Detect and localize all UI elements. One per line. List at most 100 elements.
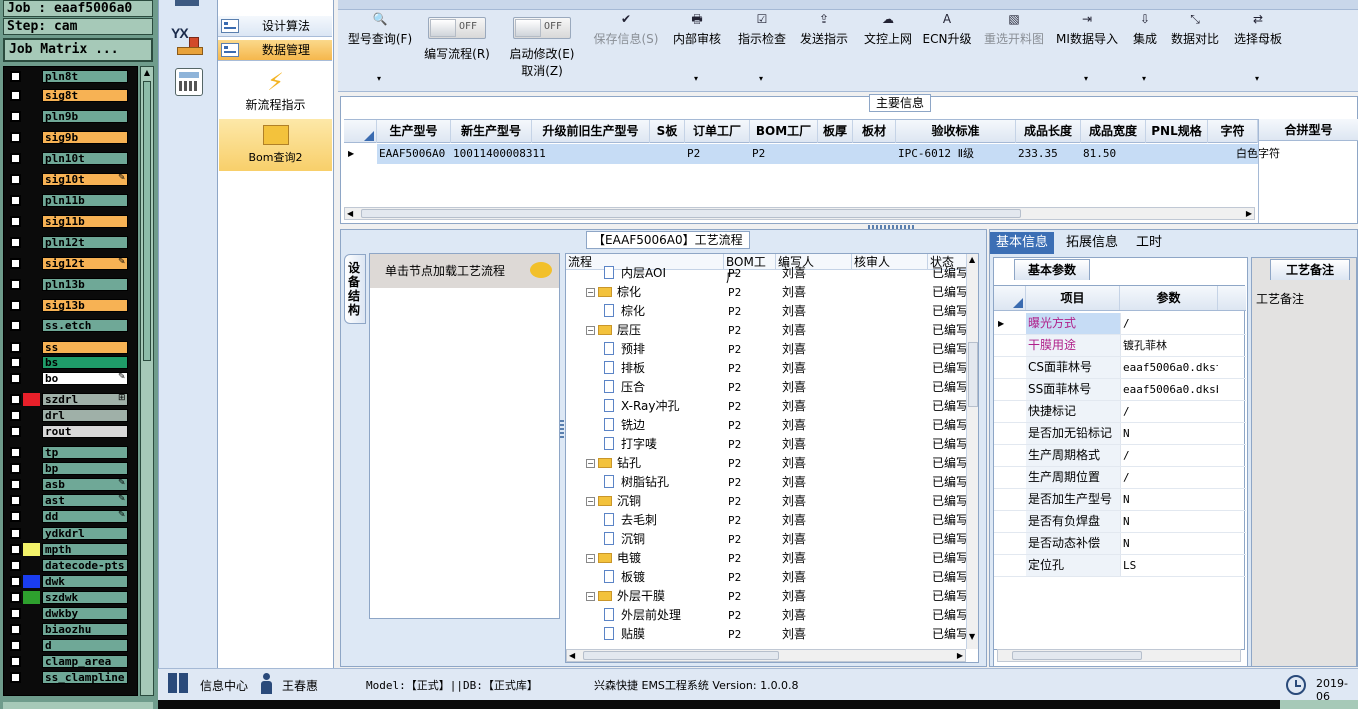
param-row[interactable]: 是否加无铅标记 N bbox=[994, 423, 1246, 445]
layer-name[interactable]: pln11b bbox=[42, 194, 128, 207]
tree-row[interactable]: 打字唛 P2 刘喜 已编写 bbox=[566, 435, 966, 454]
collapse-icon[interactable]: − bbox=[586, 554, 595, 563]
tree-node-label[interactable]: 贴膜 bbox=[621, 627, 645, 641]
layer-checkbox[interactable] bbox=[10, 544, 21, 555]
grid-hscroll[interactable]: ◀ ▶ bbox=[344, 207, 1255, 220]
collapse-icon[interactable]: − bbox=[586, 326, 595, 335]
tree-node-label[interactable]: 内层AOI bbox=[621, 266, 666, 280]
tree-row[interactable]: 树脂钻孔 P2 刘喜 已编写 bbox=[566, 473, 966, 492]
layer-color-swatch[interactable] bbox=[23, 278, 40, 291]
layer-name[interactable]: ydkdrl bbox=[42, 527, 128, 540]
toolbar-button[interactable]: ▧ 重选开料图 bbox=[974, 12, 1054, 47]
layer-name[interactable]: bp bbox=[42, 462, 128, 475]
tab-basic-info[interactable]: 基本信息 bbox=[990, 232, 1055, 254]
tree-row[interactable]: 外层前处理 P2 刘喜 已编写 bbox=[566, 606, 966, 625]
chevron-down-icon[interactable]: ▾ bbox=[1142, 74, 1146, 83]
layer-row[interactable]: sig12t ✎ bbox=[6, 257, 128, 270]
layer-checkbox[interactable] bbox=[10, 132, 21, 143]
layer-row[interactable]: biaozhu bbox=[6, 623, 128, 636]
tree-node-label[interactable]: 铣边 bbox=[621, 418, 645, 432]
layer-color-swatch[interactable] bbox=[23, 257, 40, 270]
tree-node-label[interactable]: 打字唛 bbox=[621, 437, 657, 451]
param-value[interactable]: N bbox=[1120, 489, 1218, 510]
layer-checkbox[interactable] bbox=[10, 640, 21, 651]
layer-row[interactable]: ss.etch bbox=[6, 319, 128, 332]
layer-name[interactable]: sig9b bbox=[42, 131, 128, 144]
layer-name[interactable]: ss.etch bbox=[42, 319, 128, 332]
grid-column-header[interactable]: 升级前旧生产型号 bbox=[532, 120, 650, 143]
layer-row[interactable]: asb ✎ bbox=[6, 478, 128, 491]
layer-name[interactable]: pln13b bbox=[42, 278, 128, 291]
layer-checkbox[interactable] bbox=[10, 656, 21, 667]
param-row[interactable]: 是否动态补偿 N bbox=[994, 533, 1246, 555]
grid-cell[interactable] bbox=[820, 144, 853, 164]
layer-checkbox[interactable] bbox=[10, 447, 21, 458]
tree-node-label[interactable]: 预排 bbox=[621, 342, 645, 356]
tree-row[interactable]: − 棕化 P2 刘喜 已编写 bbox=[566, 283, 966, 302]
layer-checkbox[interactable] bbox=[10, 624, 21, 635]
layer-row[interactable]: pln11b bbox=[6, 194, 128, 207]
param-row[interactable]: CS面菲林号 eaaf5006a0.dkst bbox=[994, 357, 1246, 379]
grid-cell[interactable]: 10011400008311 bbox=[453, 144, 546, 164]
tree-row[interactable]: 铣边 P2 刘喜 已编写 bbox=[566, 416, 966, 435]
layer-checkbox[interactable] bbox=[10, 426, 21, 437]
layer-row[interactable]: datecode-pts bbox=[6, 559, 128, 572]
tree-row[interactable]: − 外层干膜 P2 刘喜 已编写 bbox=[566, 587, 966, 606]
param-row[interactable]: 快捷标记 / bbox=[994, 401, 1246, 423]
layer-color-swatch[interactable] bbox=[23, 623, 40, 636]
layer-name[interactable]: szdrl bbox=[42, 393, 128, 406]
layer-color-swatch[interactable] bbox=[23, 478, 40, 491]
param-value[interactable]: / bbox=[1120, 445, 1218, 466]
tab-basic-params[interactable]: 基本参数 bbox=[1014, 259, 1090, 280]
scroll-left-icon[interactable]: ◀ bbox=[347, 208, 353, 219]
layer-checkbox[interactable] bbox=[10, 216, 21, 227]
grid-column-header[interactable]: 成品长度 bbox=[1016, 120, 1081, 143]
layer-color-swatch[interactable] bbox=[23, 409, 40, 422]
layer-checkbox[interactable] bbox=[10, 560, 21, 571]
layer-checkbox[interactable] bbox=[10, 258, 21, 269]
layer-row[interactable]: sig13b bbox=[6, 299, 128, 312]
param-value[interactable]: / bbox=[1120, 401, 1218, 422]
tree-row[interactable]: − 层压 P2 刘喜 已编写 bbox=[566, 321, 966, 340]
scroll-right-icon[interactable]: ▶ bbox=[957, 650, 963, 661]
tree-node-label[interactable]: 排板 bbox=[621, 361, 645, 375]
v-splitter-grip[interactable] bbox=[560, 420, 564, 440]
layer-checkbox[interactable] bbox=[10, 342, 21, 353]
tree-node-label[interactable]: 棕化 bbox=[617, 285, 641, 299]
layer-row[interactable]: ydkdrl bbox=[6, 527, 128, 540]
layer-row[interactable]: pln9b bbox=[6, 110, 128, 123]
collapse-icon[interactable]: − bbox=[586, 497, 595, 506]
layer-color-swatch[interactable] bbox=[23, 299, 40, 312]
layer-color-swatch[interactable] bbox=[23, 173, 40, 186]
layer-name[interactable]: dwkby bbox=[42, 607, 128, 620]
grid-row[interactable]: ▶ EAAF5006A0 10011400008311 P2 P2 IPC-6012 Ⅱ… bbox=[344, 144, 1280, 164]
layer-name[interactable]: dwk bbox=[42, 575, 128, 588]
tree-node-label[interactable]: 棕化 bbox=[621, 304, 645, 318]
layer-row[interactable]: pln10t bbox=[6, 152, 128, 165]
param-value[interactable]: LS bbox=[1120, 555, 1218, 576]
layer-checkbox[interactable] bbox=[10, 320, 21, 331]
layer-color-swatch[interactable] bbox=[23, 655, 40, 668]
layer-name[interactable]: asb bbox=[42, 478, 128, 491]
tree-row[interactable]: 棕化 P2 刘喜 已编写 bbox=[566, 302, 966, 321]
tree-node-label[interactable]: 沉铜 bbox=[621, 532, 645, 546]
tree-vscroll[interactable]: ▲ ▼ bbox=[966, 254, 978, 649]
layer-row[interactable]: sig11b bbox=[6, 215, 128, 228]
layer-color-swatch[interactable] bbox=[23, 591, 40, 604]
layer-checkbox[interactable] bbox=[10, 153, 21, 164]
param-value[interactable]: N bbox=[1120, 533, 1218, 554]
param-value[interactable]: / bbox=[1120, 467, 1218, 488]
grid-cell[interactable] bbox=[652, 144, 685, 164]
param-row[interactable]: 定位孔 LS bbox=[994, 555, 1246, 577]
layer-checkbox[interactable] bbox=[10, 111, 21, 122]
layer-checkbox[interactable] bbox=[10, 373, 21, 384]
grid-column-header[interactable]: 新生产型号 bbox=[451, 120, 532, 143]
layer-color-swatch[interactable] bbox=[23, 356, 40, 369]
layer-row[interactable]: pln12t bbox=[6, 236, 128, 249]
tab-process-note[interactable]: 工艺备注 bbox=[1270, 259, 1350, 280]
layer-checkbox[interactable] bbox=[10, 90, 21, 101]
layer-row[interactable]: ss_clampline bbox=[6, 671, 128, 684]
tree-row[interactable]: 去毛刺 P2 刘喜 已编写 bbox=[566, 511, 966, 530]
toggle-switch[interactable]: OFF bbox=[513, 17, 571, 39]
grid-cell[interactable] bbox=[855, 144, 896, 164]
